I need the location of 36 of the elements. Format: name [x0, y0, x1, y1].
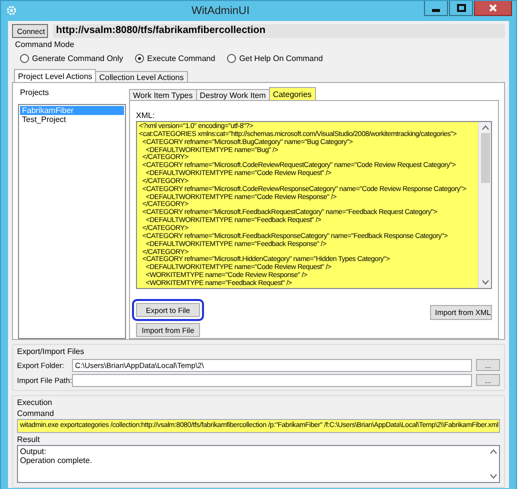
gear-icon — [6, 5, 17, 16]
project-item[interactable]: Test_Project — [20, 115, 124, 124]
tab[interactable]: Project Level Actions — [14, 69, 96, 82]
result-text: Output: — [20, 447, 48, 456]
scrollbar-thumb[interactable] — [480, 133, 490, 183]
radio-button[interactable] — [20, 54, 29, 62]
input-field[interactable] — [72, 374, 472, 386]
minimize-button[interactable] — [424, 1, 448, 16]
tab[interactable]: Destroy Work Item — [196, 89, 270, 100]
group-label: Execution — [17, 398, 54, 407]
result-text: Operation complete. — [20, 456, 94, 465]
list-label: Projects — [20, 88, 50, 98]
scroll-up-icon — [482, 125, 488, 130]
radio-button[interactable] — [227, 54, 236, 62]
maximize-icon — [456, 4, 466, 12]
tab[interactable]: Work Item Types — [129, 89, 197, 100]
field-label: XML: — [136, 111, 156, 120]
scroll-down-icon — [490, 474, 496, 479]
field-label: Result — [17, 435, 41, 444]
scroll-up-icon — [490, 449, 496, 454]
radio-button[interactable] — [135, 54, 144, 62]
maximize-button[interactable] — [449, 1, 473, 16]
scrollbar[interactable] — [478, 122, 491, 288]
scroll-down-icon — [482, 280, 488, 285]
tab[interactable]: Collection Level Actions — [95, 71, 188, 82]
minimize-icon — [432, 9, 440, 12]
close-icon — [489, 4, 497, 12]
close-button[interactable] — [474, 1, 512, 16]
project-list[interactable]: FabrikamFiber Test_Project — [18, 104, 126, 339]
result-box[interactable]: Output: Operation complete. — [17, 445, 500, 483]
window-title: WitAdminUI — [190, 4, 251, 17]
group-label: Export/Import Files — [17, 347, 86, 356]
tab[interactable]: Categories — [268, 87, 316, 100]
collection-url: http://vsalm:8080/tfs/fabrikamfibercollection — [53, 24, 505, 38]
group-label: Command Mode — [15, 40, 76, 49]
field-label: Command — [17, 409, 55, 418]
